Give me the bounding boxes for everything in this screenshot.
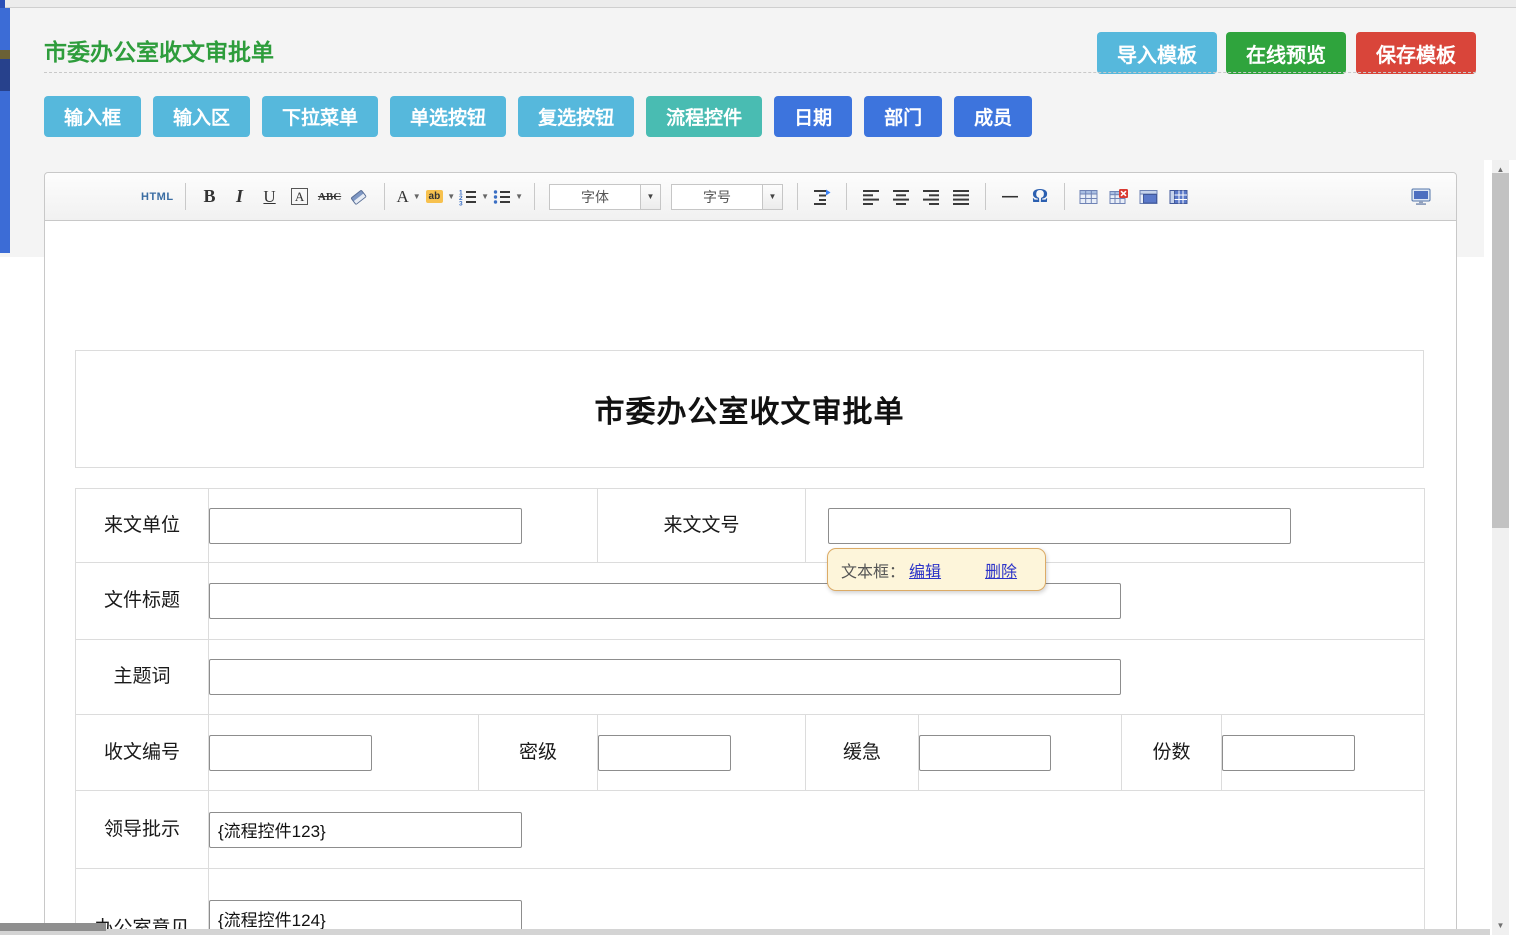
secrecy-label: 密级 [479,715,598,791]
insert-table-button[interactable] [1076,181,1102,213]
leader-note-label: 领导批示 [76,791,209,869]
source-unit-label: 来文单位 [76,489,209,563]
italic-button[interactable]: I [227,181,253,213]
toolbar-separator [534,183,535,210]
chevron-down-icon[interactable]: ▼ [640,185,660,209]
align-center-button[interactable] [888,181,914,213]
align-justify-button[interactable] [948,181,974,213]
table-properties-button[interactable] [1166,181,1192,213]
scrollbar-thumb[interactable] [1492,173,1509,528]
approval-form-table: 来文单位 来文文号 文件标题 主题词 收文编号 密级 [75,488,1425,935]
fullscreen-monitor-button[interactable] [1408,181,1434,213]
doc-number-input[interactable] [828,508,1291,544]
bold-button[interactable]: B [197,181,223,213]
indent-button[interactable] [809,181,835,213]
strikethrough-button[interactable]: ABC [317,181,343,213]
chevron-down-icon[interactable]: ▼ [515,192,523,201]
widget-dropdown-button[interactable]: 下拉菜单 [262,96,378,137]
urgency-label: 缓急 [806,715,919,791]
widget-checkbox-button[interactable]: 复选按钮 [518,96,634,137]
form-title-cell: 市委办公室收文审批单 [75,350,1424,468]
dashed-divider [44,72,1476,73]
widget-department-button[interactable]: 部门 [864,96,942,137]
widget-member-button[interactable]: 成员 [954,96,1032,137]
background-window-mark [0,59,10,91]
form-designer-page: 市委办公室收文审批单 导入模板 在线预览 保存模板 输入框 输入区 下拉菜单 单… [0,0,1516,935]
form-title: 市委办公室收文审批单 [595,387,905,431]
horizontal-rule-button[interactable]: — [997,181,1023,213]
toolbar-separator [384,183,385,210]
table-row: 文件标题 [76,563,1425,640]
rich-text-editor: HTML B I U A ABC A▼ ab▼ 123 ▼ ▼ 字体 [44,172,1457,935]
svg-text:3: 3 [459,200,463,206]
remove-format-eraser-icon[interactable] [347,181,373,213]
table-row: 办公室意见 {流程控件124} [76,869,1425,935]
toolbar-separator [846,183,847,210]
tooltip-edit-link[interactable]: 编辑 [909,558,941,582]
import-template-button[interactable]: 导入模板 [1097,32,1217,74]
highlight-color-button[interactable]: ab▼ [426,181,456,213]
font-size-select[interactable]: 字号 ▼ [671,184,783,210]
widget-input-area-button[interactable]: 输入区 [153,96,250,137]
doc-title-label: 文件标题 [76,563,209,640]
tooltip-delete-link[interactable]: 删除 [985,558,1017,582]
window-top-edge [0,0,1516,8]
numbered-list-button[interactable]: 123 ▼ [459,181,489,213]
secrecy-input[interactable] [598,735,731,771]
table-row: 收文编号 密级 缓急 份数 [76,715,1425,791]
save-template-button[interactable]: 保存模板 [1356,32,1476,74]
editor-toolbar: HTML B I U A ABC A▼ ab▼ 123 ▼ ▼ 字体 [45,173,1456,221]
leader-note-input[interactable] [209,812,522,848]
font-family-select[interactable]: 字体 ▼ [549,184,661,210]
widget-input-box-button[interactable]: 输入框 [44,96,141,137]
font-style-box-button[interactable]: A [291,188,308,205]
keywords-input[interactable] [209,659,1121,695]
bullet-list-button[interactable]: ▼ [493,181,523,213]
chevron-down-icon[interactable]: ▼ [762,185,782,209]
chevron-down-icon[interactable]: ▼ [413,192,421,201]
window-bottom-dark-edge [0,923,106,931]
align-right-button[interactable] [918,181,944,213]
delete-table-button[interactable] [1106,181,1132,213]
editor-canvas[interactable]: 市委办公室收文审批单 来文单位 来文文号 文件标题 主 [45,221,1456,935]
online-preview-button[interactable]: 在线预览 [1226,32,1346,74]
widget-date-button[interactable]: 日期 [774,96,852,137]
copies-input[interactable] [1222,735,1355,771]
receipt-no-input[interactable] [209,735,372,771]
copies-label: 份数 [1122,715,1222,791]
font-color-button[interactable]: A▼ [396,181,422,213]
keywords-label: 主题词 [76,640,209,715]
toolbar-separator [985,183,986,210]
html-source-button[interactable]: HTML [141,181,174,213]
widget-radio-button[interactable]: 单选按钮 [390,96,506,137]
toolbar-separator [797,183,798,210]
page-title: 市委办公室收文审批单 [44,33,274,67]
background-window-corner [0,0,5,8]
underline-button[interactable]: U [257,181,283,213]
special-character-button[interactable]: Ω [1027,181,1053,213]
doc-number-label: 来文文号 [598,489,806,563]
toolbar-separator [185,183,186,210]
toolbar-separator [1064,183,1065,210]
widget-action-tooltip: 文本框： 编辑 删除 [827,548,1046,591]
receipt-no-label: 收文编号 [76,715,209,791]
vertical-scrollbar[interactable]: ▲ ▼ [1492,160,1509,935]
tooltip-widget-type-label: 文本框： [841,558,905,582]
table-row: 领导批示 [76,791,1425,869]
chevron-down-icon[interactable]: ▼ [447,192,455,201]
scroll-down-arrow-icon[interactable]: ▼ [1492,918,1509,933]
table-row: 来文单位 来文文号 [76,489,1425,563]
source-unit-input[interactable] [209,508,522,544]
background-window-mark [0,50,10,59]
widget-flow-control-button[interactable]: 流程控件 [646,96,762,137]
urgency-input[interactable] [919,735,1051,771]
align-left-button[interactable] [858,181,884,213]
table-row: 主题词 [76,640,1425,715]
cell-properties-button[interactable] [1136,181,1162,213]
chevron-down-icon[interactable]: ▼ [481,192,489,201]
background-window-edge [0,8,10,253]
window-bottom-edge [0,929,1490,935]
widget-toolbar: 输入框 输入区 下拉菜单 单选按钮 复选按钮 流程控件 日期 部门 成员 [44,96,1044,137]
scrollbar-column: ▲ ▼ [1484,160,1516,935]
